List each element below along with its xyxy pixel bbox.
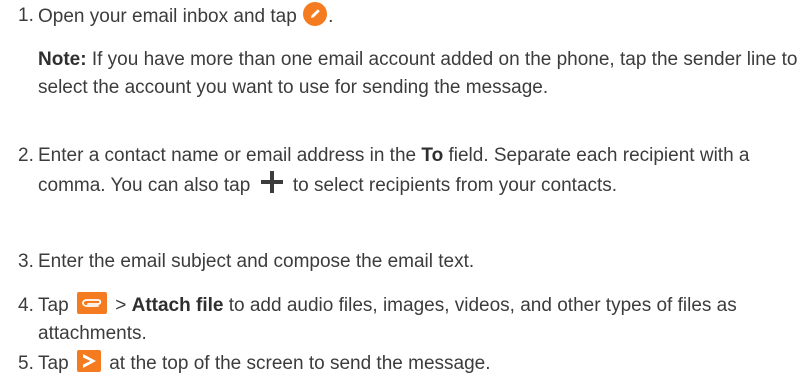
- step-4: 4. Tap > Attach file to add audio files,…: [18, 292, 803, 348]
- step-5: 5. Tap at the top of the screen to send …: [18, 350, 803, 378]
- instructions-document: 1. Open your email inbox and tap . Note:…: [0, 0, 809, 379]
- step-number: 1.: [18, 5, 34, 26]
- step-text: Open your email inbox and tap: [38, 6, 297, 27]
- step-number: 4.: [18, 295, 34, 316]
- step-1: 1. Open your email inbox and tap .: [18, 2, 803, 31]
- step-text: Tap: [38, 295, 69, 316]
- send-icon: [76, 350, 101, 372]
- step-3: 3. Enter the email subject and compose t…: [18, 248, 803, 276]
- note-text: If you have more than one email account …: [38, 49, 798, 98]
- plus-icon: [260, 170, 284, 194]
- note-label: Note:: [38, 49, 87, 70]
- step-text: Enter the email subject and compose the …: [38, 251, 475, 272]
- step-number: 2.: [18, 145, 34, 166]
- step-2: 2. Enter a contact name or email address…: [18, 142, 803, 200]
- step-number: 3.: [18, 251, 34, 272]
- step-text: at the top of the screen to send the mes…: [109, 353, 491, 374]
- step-text-end: .: [328, 6, 334, 27]
- to-field-label: To: [421, 145, 444, 166]
- note: Note: If you have more than one email ac…: [38, 46, 798, 102]
- step-text: >: [115, 295, 127, 316]
- step-text: to select recipients from your contacts.: [292, 175, 618, 196]
- attach-file-label: Attach file: [131, 295, 224, 316]
- compose-pencil-icon: [303, 2, 328, 26]
- attach-paperclip-icon: [76, 292, 107, 314]
- step-text: Enter a contact name or email address in…: [38, 145, 417, 166]
- step-number: 5.: [18, 353, 34, 374]
- step-text: Tap: [38, 353, 69, 374]
